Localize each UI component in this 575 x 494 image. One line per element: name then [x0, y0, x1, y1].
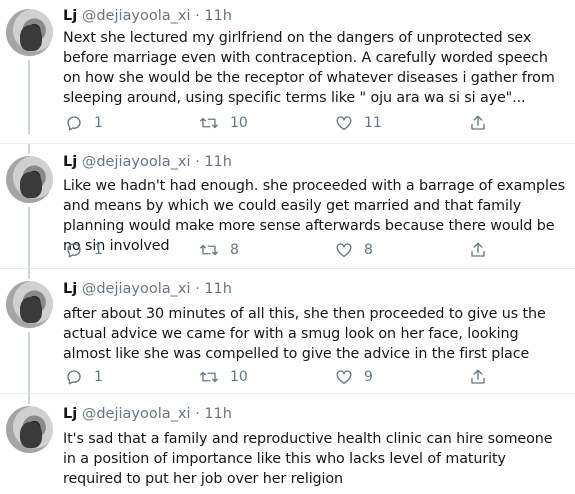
- share-icon: [471, 369, 485, 384]
- heart-icon: [336, 370, 352, 385]
- retweet-count: 8: [230, 242, 239, 258]
- thread-line: [28, 144, 30, 154]
- retweet-button[interactable]: 8: [199, 241, 239, 259]
- like-count: 11: [364, 115, 382, 131]
- retweet-button[interactable]: 10: [199, 368, 248, 386]
- share-button[interactable]: [469, 368, 487, 386]
- avatar[interactable]: [6, 9, 53, 56]
- heart-icon: [336, 243, 352, 258]
- tweet-header: Lj @dejiayoola_xi · 11h: [63, 406, 232, 422]
- retweet-count: 10: [230, 369, 248, 385]
- retweet-icon: [200, 244, 218, 256]
- tweet-header: Lj @dejiayoola_xi · 11h: [63, 154, 232, 170]
- separator-dot: ·: [195, 154, 200, 170]
- timestamp[interactable]: 11h: [204, 406, 232, 422]
- user-handle[interactable]: @dejiayoola_xi: [82, 406, 191, 422]
- tweet-actions: 1 10 11: [63, 114, 503, 134]
- share-icon: [471, 242, 485, 257]
- like-count: 9: [364, 369, 373, 385]
- retweet-button[interactable]: 10: [199, 114, 248, 132]
- tweet[interactable]: Lj @dejiayoola_xi · 11h Next she lecture…: [0, 0, 575, 134]
- retweet-icon: [200, 117, 218, 129]
- reply-button[interactable]: 1: [65, 114, 103, 132]
- like-button[interactable]: 11: [335, 114, 382, 132]
- timestamp[interactable]: 11h: [204, 154, 232, 170]
- tweet-header: Lj @dejiayoola_xi · 11h: [63, 281, 232, 297]
- user-handle[interactable]: @dejiayoola_xi: [82, 281, 191, 297]
- thread-line: [28, 269, 30, 279]
- like-button[interactable]: 8: [335, 241, 373, 259]
- tweet[interactable]: Lj @dejiayoola_xi · 11h after about 30 m…: [0, 269, 575, 393]
- reply-icon: [67, 370, 81, 385]
- retweet-count: 10: [230, 115, 248, 131]
- reply-count: 1: [94, 369, 103, 385]
- tweet-text: It's sad that a family and reproductive …: [63, 431, 553, 487]
- timestamp[interactable]: 11h: [204, 281, 232, 297]
- tweet[interactable]: Lj @dejiayoola_xi · 11h Like we hadn't h…: [0, 144, 575, 268]
- tweet-actions: 1 8 8: [63, 241, 503, 261]
- thread-line: [28, 60, 30, 134]
- reply-icon: [67, 243, 81, 258]
- share-icon: [471, 115, 485, 130]
- thread-line: [28, 394, 30, 404]
- separator-dot: ·: [195, 8, 200, 24]
- reply-icon: [67, 116, 81, 131]
- display-name[interactable]: Lj: [63, 8, 77, 24]
- separator-dot: ·: [195, 406, 200, 422]
- tweet[interactable]: Lj @dejiayoola_xi · 11h It's sad that a …: [0, 394, 575, 494]
- display-name[interactable]: Lj: [63, 154, 77, 170]
- share-button[interactable]: [469, 241, 487, 259]
- avatar[interactable]: [6, 156, 53, 203]
- tweet-text: after about 30 minutes of all this, she …: [63, 306, 546, 362]
- reply-button[interactable]: 1: [65, 241, 103, 259]
- separator-dot: ·: [195, 281, 200, 297]
- reply-count: 1: [94, 115, 103, 131]
- tweet-header: Lj @dejiayoola_xi · 11h: [63, 8, 232, 24]
- retweet-icon: [200, 371, 218, 383]
- like-count: 8: [364, 242, 373, 258]
- thread-line: [28, 332, 30, 393]
- timestamp[interactable]: 11h: [204, 8, 232, 24]
- display-name[interactable]: Lj: [63, 281, 77, 297]
- heart-icon: [336, 116, 352, 131]
- share-button[interactable]: [469, 114, 487, 132]
- display-name[interactable]: Lj: [63, 406, 77, 422]
- avatar[interactable]: [6, 281, 53, 328]
- like-button[interactable]: 9: [335, 368, 373, 386]
- thread-line: [28, 207, 30, 268]
- tweet-text: Next she lectured my girlfriend on the d…: [63, 30, 555, 106]
- avatar[interactable]: [6, 406, 53, 453]
- reply-count: 1: [94, 242, 103, 258]
- reply-button[interactable]: 1: [65, 368, 103, 386]
- user-handle[interactable]: @dejiayoola_xi: [82, 8, 191, 24]
- user-handle[interactable]: @dejiayoola_xi: [82, 154, 191, 170]
- tweet-actions: 1 10 9: [63, 368, 503, 388]
